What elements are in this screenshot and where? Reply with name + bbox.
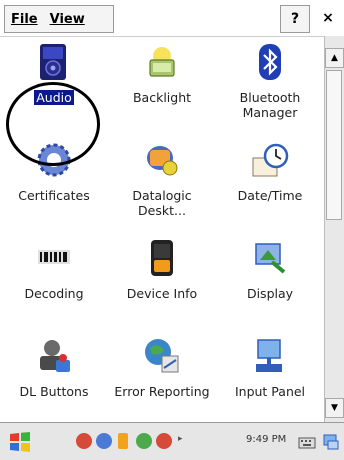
app-label: Decoding: [24, 286, 84, 301]
app-label: Input Panel: [234, 384, 306, 399]
control-panel-grid: Audio Backlight Bluetooth Manager Certif…: [0, 36, 324, 422]
datalogic-desktop-icon: [147, 146, 178, 176]
file-menu[interactable]: File: [5, 12, 44, 27]
battery-icon[interactable]: [118, 433, 128, 449]
app-dl-buttons[interactable]: DL Buttons: [0, 330, 108, 422]
triangle-up-icon: ▲: [331, 53, 338, 63]
app-label: Error Reporting: [114, 384, 210, 399]
app-device-info[interactable]: Device Info: [108, 232, 216, 330]
app-display[interactable]: Display: [216, 232, 324, 330]
app-input-panel[interactable]: Input Panel: [216, 330, 324, 422]
app-label: Backlight: [132, 90, 192, 105]
app-label: Bluetooth Manager: [239, 90, 301, 120]
bluetooth-icon: [259, 44, 281, 80]
error-reporting-icon: [145, 339, 179, 373]
scroll-down-button[interactable]: ▼: [325, 398, 344, 418]
app-datalogic-desktop[interactable]: Datalogic Deskt...: [108, 134, 216, 232]
app-label: Date/Time: [237, 188, 303, 203]
network-icon[interactable]: [76, 433, 92, 449]
audio-icon: [40, 44, 66, 80]
app-label: Display: [246, 286, 294, 301]
app-error-reporting[interactable]: Error Reporting: [108, 330, 216, 422]
help-button[interactable]: ?: [280, 5, 310, 33]
menu-group: File View: [4, 5, 114, 33]
keyboard-icon[interactable]: [298, 433, 316, 451]
display-icon: [255, 243, 286, 274]
device-info-icon: [151, 240, 173, 276]
start-icon[interactable]: [8, 430, 32, 454]
taskbar: ▸ 9:49 PM: [0, 422, 344, 460]
input-panel-icon: [256, 339, 282, 372]
app-label: Device Info: [126, 286, 198, 301]
menu-bar: File View ? ×: [0, 0, 344, 37]
app-decoding[interactable]: Decoding: [0, 232, 108, 330]
clock[interactable]: 9:49 PM: [246, 434, 286, 445]
dl-buttons-icon: [40, 340, 70, 372]
app-label: Audio: [34, 90, 74, 105]
app-backlight[interactable]: Backlight: [108, 36, 216, 134]
app-label: Datalogic Deskt...: [132, 188, 192, 218]
app-audio[interactable]: Audio: [0, 36, 108, 134]
status-icon[interactable]: [156, 433, 172, 449]
vertical-scrollbar[interactable]: ▲ ▼: [324, 36, 344, 422]
connection-icon[interactable]: [96, 433, 112, 449]
close-button[interactable]: ×: [316, 5, 340, 31]
app-label: Certificates: [18, 188, 90, 203]
certificates-icon: [37, 143, 71, 177]
app-label: DL Buttons: [19, 384, 89, 399]
backlight-icon: [149, 47, 175, 77]
decoding-icon: [38, 250, 70, 264]
app-certificates[interactable]: Certificates: [0, 134, 108, 232]
scroll-up-button[interactable]: ▲: [325, 48, 344, 68]
arrow-icon: ▸: [178, 434, 183, 444]
app-bluetooth-manager[interactable]: Bluetooth Manager: [216, 36, 324, 134]
wireless-icon[interactable]: [136, 433, 152, 449]
app-date-time[interactable]: Date/Time: [216, 134, 324, 232]
desktop-icon[interactable]: [322, 433, 340, 451]
triangle-down-icon: ▼: [331, 403, 338, 413]
scrollbar-thumb[interactable]: [326, 70, 342, 220]
date-time-icon: [252, 143, 289, 177]
view-menu[interactable]: View: [44, 12, 91, 27]
